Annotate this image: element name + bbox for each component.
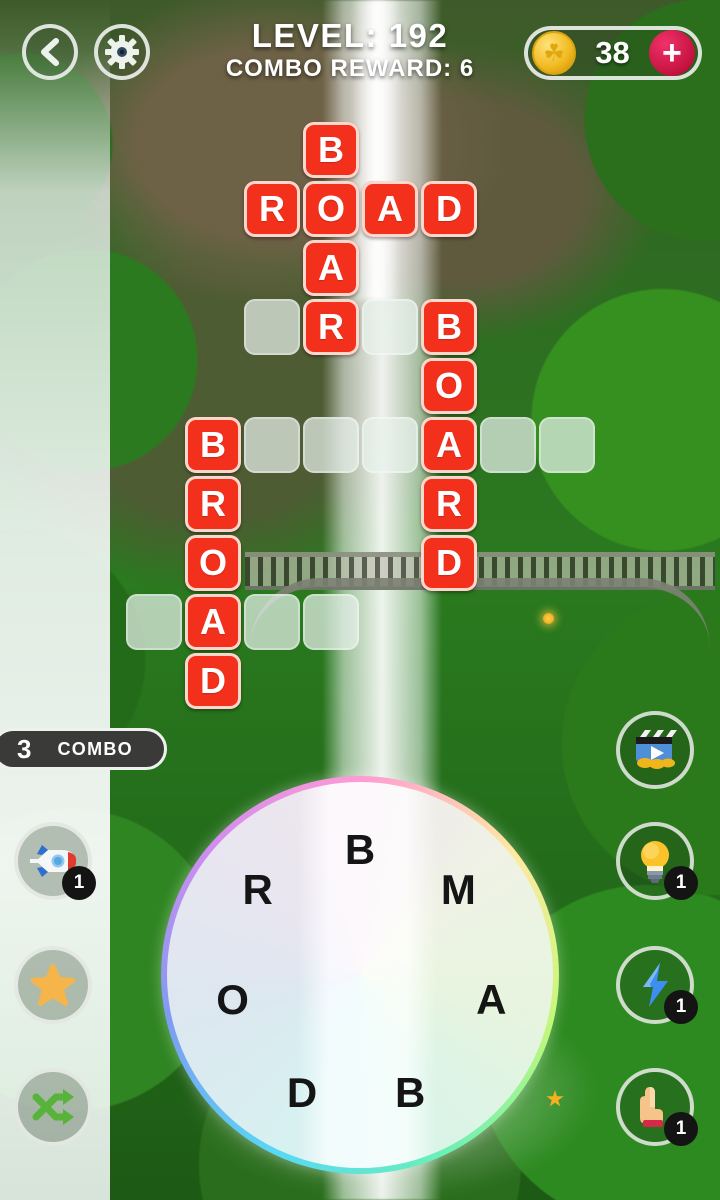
wheel-letter-4[interactable]: D	[275, 1066, 329, 1120]
grid-cell-filled: R	[185, 476, 241, 532]
star-button[interactable]	[14, 946, 92, 1024]
grid-cell-filled: B	[185, 417, 241, 473]
grid-cell-filled: O	[421, 358, 477, 414]
clapperboard-icon	[636, 730, 677, 769]
grid-cell-empty	[480, 417, 536, 473]
star-icon	[31, 964, 75, 1006]
combo-count: 3	[17, 733, 32, 764]
grid-cell-filled: R	[244, 181, 300, 237]
letter-wheel[interactable]: BMABDOR	[161, 776, 559, 1174]
wheel-letter-5[interactable]: O	[206, 973, 260, 1027]
grid-cell-filled: B	[421, 299, 477, 355]
grid-cell-filled: D	[185, 653, 241, 709]
grid-cell-filled: O	[185, 535, 241, 591]
grid-cell-empty	[244, 417, 300, 473]
grid-cell-empty	[303, 417, 359, 473]
wheel-letter-1[interactable]: M	[431, 863, 485, 917]
grid-cell-filled: D	[421, 535, 477, 591]
wheel-letter-2[interactable]: A	[464, 973, 518, 1027]
booster-count-badge: 1	[664, 1112, 698, 1146]
grid-cell-filled: R	[303, 299, 359, 355]
shuffle-icon	[32, 1089, 74, 1125]
combo-badge: 3 COMBO	[0, 728, 167, 770]
grid-cell-empty	[362, 299, 418, 355]
grid-cell-filled: A	[421, 417, 477, 473]
wheel-letter-0[interactable]: B	[333, 823, 387, 877]
wheel-letter-3[interactable]: B	[383, 1066, 437, 1120]
grid-cell-filled: D	[421, 181, 477, 237]
grid-cell-filled: A	[303, 240, 359, 296]
grid-cell-empty	[362, 417, 418, 473]
grid-cell-filled: O	[303, 181, 359, 237]
grid-cell-filled: B	[303, 122, 359, 178]
crossword-grid: BROADARBOBARRODAD	[0, 0, 720, 720]
grid-cell-filled: A	[185, 594, 241, 650]
grid-cell-empty	[244, 594, 300, 650]
hint-button[interactable]: 1	[616, 822, 698, 900]
shuffle-button[interactable]	[14, 1068, 92, 1146]
rocket-button[interactable]: 1	[14, 822, 96, 900]
grid-cell-filled: A	[362, 181, 418, 237]
lightning-button[interactable]: 1	[616, 946, 698, 1024]
grid-cell-empty	[244, 299, 300, 355]
grid-cell-filled: R	[421, 476, 477, 532]
wheel-letter-6[interactable]: R	[231, 863, 285, 917]
grid-cell-empty	[126, 594, 182, 650]
combo-label: COMBO	[57, 738, 133, 759]
letter-wheel-surface[interactable]: BMABDOR	[167, 782, 553, 1168]
booster-count-badge: 1	[62, 866, 96, 900]
booster-count-badge: 1	[664, 866, 698, 900]
grid-cell-empty	[303, 594, 359, 650]
tap-hint-button[interactable]: 1	[616, 1068, 698, 1146]
video-reward-button[interactable]	[616, 711, 694, 789]
grid-cell-empty	[539, 417, 595, 473]
booster-count-badge: 1	[664, 990, 698, 1024]
